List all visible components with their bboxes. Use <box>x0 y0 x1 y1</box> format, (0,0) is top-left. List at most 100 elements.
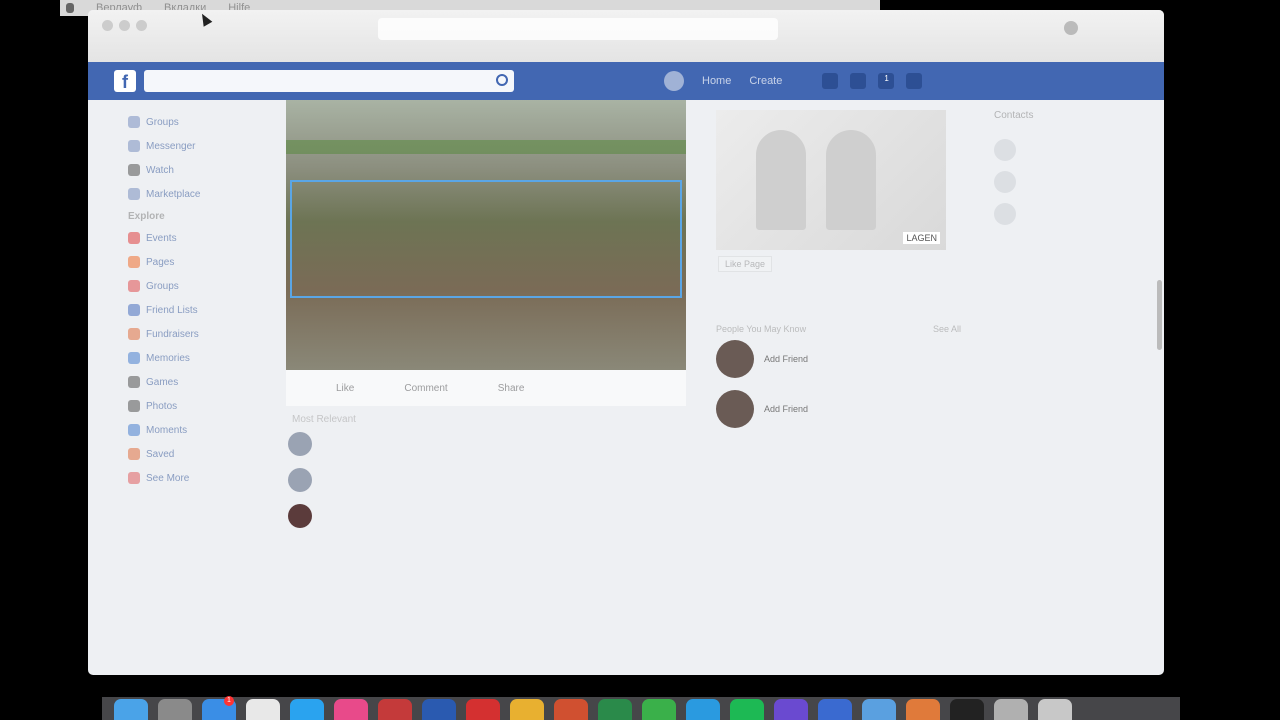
sidebar-item[interactable]: Groups <box>128 110 278 134</box>
sidebar-explore-item[interactable]: Pages <box>128 250 278 274</box>
finder-icon[interactable] <box>114 699 148 720</box>
imovie-icon[interactable] <box>774 699 808 720</box>
scrollbar[interactable] <box>1157 280 1162 350</box>
powerpoint-icon[interactable] <box>554 699 588 720</box>
sidebar-item[interactable]: Marketplace <box>128 182 278 206</box>
explore-item-label: Memories <box>146 352 190 364</box>
sidebar-item-icon <box>128 116 140 128</box>
sidebar-explore-item[interactable]: Fundraisers <box>128 322 278 346</box>
browser-window: f Home Create 1 Groups Messenger Watch Mark… <box>88 10 1164 675</box>
contact-item[interactable] <box>994 198 1154 230</box>
person-avatar[interactable] <box>716 390 754 428</box>
sidebar-explore-item[interactable]: See More <box>128 466 278 490</box>
comment-avatar[interactable] <box>288 432 312 456</box>
sidebar-item[interactable]: Messenger <box>128 134 278 158</box>
sidebar-explore-item[interactable]: Games <box>128 370 278 394</box>
explore-item-label: Fundraisers <box>146 328 199 340</box>
twitter-icon[interactable] <box>290 699 324 720</box>
comments-list <box>286 432 686 540</box>
contact-item[interactable] <box>994 134 1154 166</box>
sidebar-explore-item[interactable]: Saved <box>128 442 278 466</box>
acrobat-icon[interactable] <box>466 699 500 720</box>
terminal-icon[interactable] <box>950 699 984 720</box>
itunes-icon[interactable] <box>334 699 368 720</box>
mail-icon[interactable] <box>818 699 852 720</box>
post-actions: Like Comment Share <box>286 370 686 406</box>
launchpad-icon[interactable] <box>158 699 192 720</box>
sidebar-explore-item[interactable]: Photos <box>128 394 278 418</box>
help-icon[interactable] <box>906 73 923 89</box>
like-page-button[interactable]: Like Page <box>718 256 773 272</box>
zoom-window-button[interactable] <box>136 20 147 31</box>
comments-sort[interactable]: Most Relevant <box>286 406 686 432</box>
search-input[interactable] <box>144 70 514 92</box>
sidebar-explore-item[interactable]: Memories <box>128 346 278 370</box>
share-button[interactable]: Share <box>498 383 525 394</box>
facebook-logo-icon[interactable]: f <box>114 70 136 92</box>
chrome-icon[interactable] <box>510 699 544 720</box>
comment-avatar[interactable] <box>288 468 312 492</box>
app-store-icon[interactable]: 1 <box>202 696 236 720</box>
sidebar-explore-item[interactable]: Moments <box>128 418 278 442</box>
add-friend-button[interactable]: Add Friend <box>764 354 808 364</box>
notifications-icon[interactable]: 1 <box>878 73 895 89</box>
nav-home[interactable]: Home <box>702 75 731 87</box>
sidebar-explore-item[interactable]: Events <box>128 226 278 250</box>
telegram-icon[interactable] <box>686 699 720 720</box>
office-icon[interactable] <box>378 699 412 720</box>
photo-detail <box>286 140 686 154</box>
calendar-icon[interactable] <box>246 699 280 720</box>
chat-sidebar: Contacts <box>994 110 1154 230</box>
post-photo[interactable] <box>286 100 686 370</box>
sidebar-item[interactable]: Watch <box>128 158 278 182</box>
explore-item-label: Saved <box>146 448 175 460</box>
explore-item-icon <box>128 304 140 316</box>
contact-avatar <box>994 171 1016 193</box>
like-button[interactable]: Like <box>336 383 354 394</box>
browser-toolbar <box>88 10 1164 62</box>
contact-item[interactable] <box>994 166 1154 198</box>
explore-item-icon <box>128 400 140 412</box>
minimize-window-button[interactable] <box>119 20 130 31</box>
notification-badge: 1 <box>884 74 889 83</box>
explore-item-label: Games <box>146 376 179 388</box>
sidebar-explore-item[interactable]: Friend Lists <box>128 298 278 322</box>
excel-icon[interactable] <box>598 699 632 720</box>
sidebar-explore-item[interactable]: Groups <box>128 274 278 298</box>
avatar[interactable] <box>664 71 684 91</box>
sponsored-image[interactable]: LAGEN <box>716 110 946 250</box>
spotify-icon[interactable] <box>730 699 764 720</box>
nav-create[interactable]: Create <box>749 75 782 87</box>
comment-button[interactable]: Comment <box>404 383 447 394</box>
upwork-icon[interactable] <box>642 699 676 720</box>
explore-item-icon <box>128 424 140 436</box>
friend-requests-icon[interactable] <box>822 73 839 89</box>
person-avatar[interactable] <box>716 340 754 378</box>
sidebar-item-icon <box>128 164 140 176</box>
extension-icon[interactable] <box>1064 21 1078 35</box>
people-title: People You May Know <box>716 324 807 334</box>
folder-icon[interactable] <box>862 699 896 720</box>
search-icon[interactable] <box>496 74 508 86</box>
explore-item-icon <box>128 376 140 388</box>
word-icon[interactable] <box>422 699 456 720</box>
address-bar[interactable] <box>378 18 778 40</box>
downloads-icon[interactable] <box>994 699 1028 720</box>
sidebar-item-label: Marketplace <box>146 188 201 200</box>
explore-item-label: Photos <box>146 400 178 412</box>
contact-avatar <box>994 203 1016 225</box>
preview-icon[interactable] <box>906 699 940 720</box>
sidebar-item-icon <box>128 140 140 152</box>
comment-avatar[interactable] <box>288 504 312 528</box>
facebook-header: f Home Create 1 <box>88 62 1164 100</box>
see-all-link[interactable]: See All <box>933 324 961 334</box>
messenger-icon[interactable] <box>850 73 867 89</box>
close-window-button[interactable] <box>102 20 113 31</box>
apple-icon[interactable] <box>66 3 74 13</box>
explore-item-icon <box>128 352 140 364</box>
explore-item-icon <box>128 328 140 340</box>
add-friend-button[interactable]: Add Friend <box>764 404 808 414</box>
trash-icon[interactable] <box>1038 699 1072 720</box>
explore-item-icon <box>128 280 140 292</box>
explore-item-label: See More <box>146 472 190 484</box>
